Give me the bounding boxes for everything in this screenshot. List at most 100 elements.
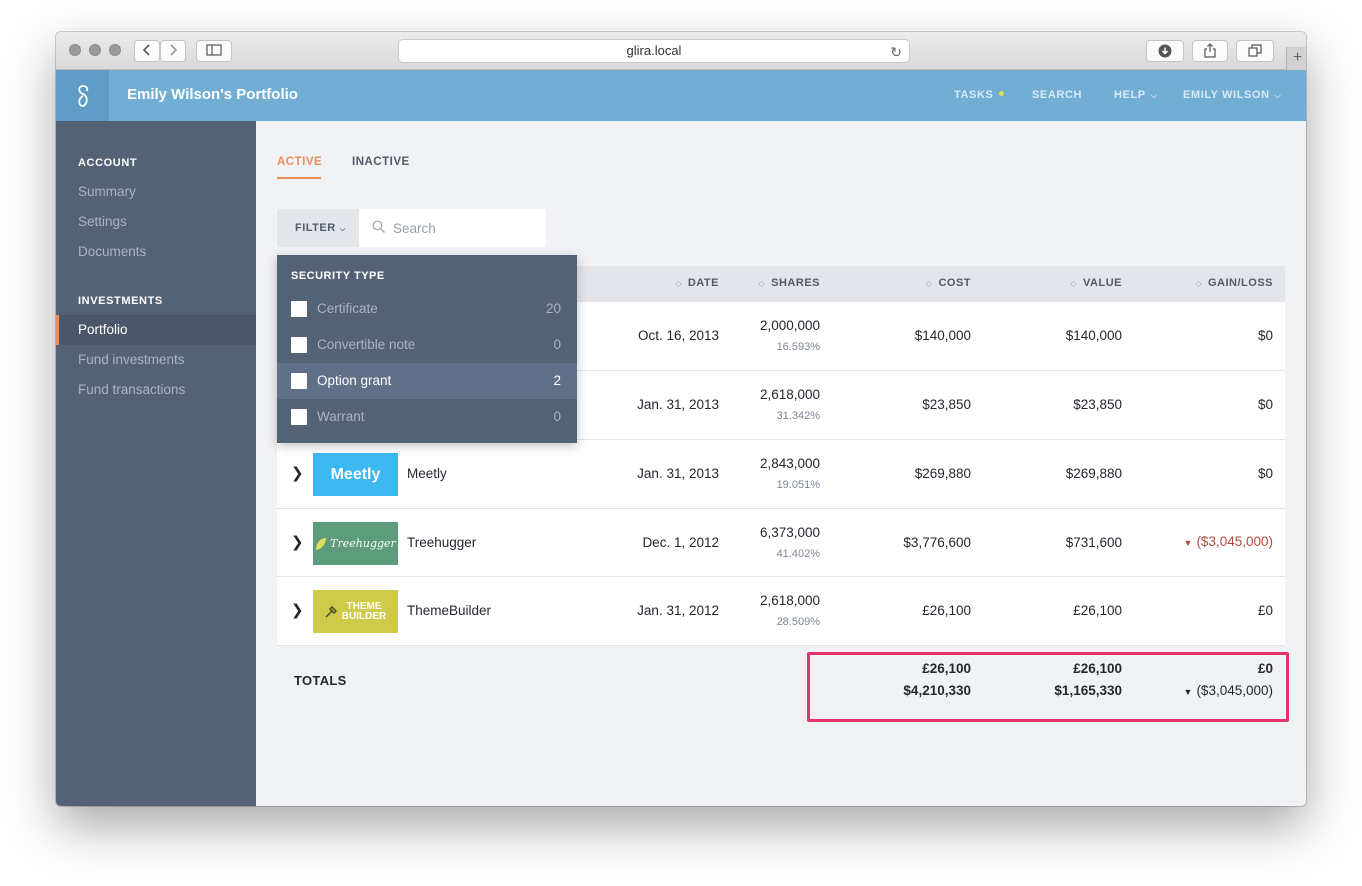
main-content: ACTIVE INACTIVE FILTER⌵ ◇ DATE ◇ SHARES ◇ C…: [256, 121, 1306, 806]
shares-cell: 6,373,000: [759, 525, 820, 540]
table-row[interactable]: ❯ Meetly Meetly Jan. 31, 2013 2,843,000 …: [277, 440, 1285, 509]
nav-tasks[interactable]: TASKS: [954, 89, 1005, 101]
company-name[interactable]: ThemeBuilder: [407, 603, 491, 618]
chevron-right-icon: [170, 44, 178, 56]
search-input[interactable]: [393, 209, 541, 247]
column-header-shares[interactable]: ◇ SHARES: [759, 277, 821, 289]
value-cell: $23,850: [1073, 397, 1122, 412]
column-gain-loss-label: GAIN/LOSS: [1207, 277, 1273, 289]
date-cell: Jan. 31, 2013: [637, 397, 719, 412]
nav-help-label: HELP: [1114, 89, 1146, 101]
tabs-overview-button[interactable]: [1236, 40, 1274, 62]
share-button[interactable]: [1192, 40, 1228, 62]
search-field[interactable]: [359, 209, 546, 247]
nav-tasks-label: TASKS: [954, 89, 994, 101]
filter-option-count: 0: [553, 337, 561, 352]
company-name[interactable]: Meetly: [407, 466, 447, 481]
sidebar: ACCOUNT Summary Settings Documents INVES…: [56, 121, 256, 806]
nav-user-menu[interactable]: EMILY WILSON ⌵: [1183, 89, 1281, 101]
checkbox[interactable]: [291, 373, 307, 389]
company-logo: Meetly: [313, 453, 398, 496]
date-cell: Jan. 31, 2013: [637, 466, 719, 481]
sidebar-item-fund-transactions[interactable]: Fund transactions: [56, 375, 256, 405]
expand-row-chevron-icon[interactable]: ❯: [291, 601, 304, 619]
company-logo-text: Meetly: [330, 465, 381, 483]
ownership-percent: 28.509%: [776, 616, 820, 628]
ownership-percent: 41.402%: [776, 548, 820, 560]
close-window-button[interactable]: [69, 44, 81, 56]
app-logo[interactable]: [56, 70, 109, 121]
cost-cell: $269,880: [914, 466, 971, 481]
address-bar[interactable]: glira.local ↻: [398, 39, 910, 63]
expand-row-chevron-icon[interactable]: ❯: [291, 464, 304, 482]
sidebar-item-portfolio[interactable]: Portfolio: [56, 315, 256, 345]
tabs-icon: [1248, 44, 1262, 57]
new-tab-button[interactable]: +: [1286, 47, 1306, 71]
sort-icon: ◇: [1070, 279, 1078, 288]
checkbox[interactable]: [291, 301, 307, 317]
checkbox[interactable]: [291, 409, 307, 425]
column-header-gain-loss[interactable]: ◇ GAIN/LOSS: [1195, 277, 1273, 289]
notification-dot-icon: [999, 91, 1005, 96]
column-header-date[interactable]: ◇ DATE: [675, 277, 719, 289]
value-cell: $731,600: [1065, 535, 1122, 550]
sidebar-toggle-button[interactable]: [196, 40, 232, 62]
company-logo: Treehugger: [313, 522, 398, 565]
back-button[interactable]: [134, 40, 160, 62]
filter-option-option-grant[interactable]: Option grant 2: [277, 363, 577, 399]
down-triangle-icon: ▼: [1183, 538, 1193, 548]
chevron-down-icon: ⌵: [1274, 91, 1282, 100]
leaf-icon: [316, 537, 327, 550]
table-row[interactable]: ❯ THEME BUILDER ThemeBuilder Jan. 31, 20…: [277, 577, 1285, 646]
value-cell: £26,100: [1073, 603, 1122, 618]
chevron-down-icon: ⌵: [339, 226, 346, 233]
zoom-window-button[interactable]: [109, 44, 121, 56]
value-cell: $269,880: [1065, 466, 1122, 481]
totals-highlight-box: [807, 652, 1289, 722]
filter-option-certificate[interactable]: Certificate 20: [277, 291, 577, 327]
cost-cell: £26,100: [922, 603, 971, 618]
nav-help[interactable]: HELP ⌵: [1114, 89, 1157, 101]
minimize-window-button[interactable]: [89, 44, 101, 56]
app-header: Emily Wilson's Portfolio TASKS SEARCH HE…: [56, 70, 1306, 121]
tab-active[interactable]: ACTIVE: [277, 156, 322, 168]
forward-button[interactable]: [160, 40, 186, 62]
nav-user-label: EMILY WILSON: [1183, 89, 1270, 101]
shares-cell: 2,618,000: [759, 593, 820, 608]
column-header-cost[interactable]: ◇ COST: [926, 277, 971, 289]
search-icon: [372, 220, 386, 234]
filter-button[interactable]: FILTER ⌵: [277, 209, 359, 247]
date-cell: Jan. 31, 2012: [637, 603, 719, 618]
sort-icon: ◇: [1195, 279, 1202, 288]
ownership-percent: 19.051%: [776, 479, 820, 491]
shares-cell: 2,000,000: [759, 318, 820, 333]
filter-label: FILTER: [295, 222, 336, 234]
tab-inactive[interactable]: INACTIVE: [352, 156, 410, 168]
expand-row-chevron-icon[interactable]: ❯: [291, 533, 304, 551]
glira-logo-icon: [77, 84, 88, 107]
nav-search-label: SEARCH: [1032, 89, 1083, 101]
sidebar-icon: [206, 44, 222, 56]
gain-loss-cell: $0: [1257, 397, 1273, 412]
shares-cell: 2,618,000: [759, 387, 820, 402]
gain-loss-cell: £0: [1257, 603, 1273, 618]
filter-option-warrant[interactable]: Warrant 0: [277, 399, 577, 435]
nav-search[interactable]: SEARCH: [1032, 89, 1082, 101]
download-button[interactable]: [1146, 40, 1184, 62]
active-tab-indicator: [277, 177, 321, 179]
filter-option-convertible-note[interactable]: Convertible note 0: [277, 327, 577, 363]
sidebar-item-documents[interactable]: Documents: [56, 237, 256, 267]
gain-loss-value: ($3,045,000): [1196, 534, 1273, 549]
sidebar-item-fund-investments[interactable]: Fund investments: [56, 345, 256, 375]
company-name[interactable]: Treehugger: [407, 535, 476, 550]
checkbox[interactable]: [291, 337, 307, 353]
sort-icon: ◇: [758, 279, 766, 288]
sidebar-item-settings[interactable]: Settings: [56, 207, 256, 237]
column-header-value[interactable]: ◇ VALUE: [1070, 277, 1122, 289]
table-row[interactable]: ❯ Treehugger Treehugger Dec. 1, 2012 6,3…: [277, 509, 1285, 577]
filter-option-count: 2: [553, 373, 561, 388]
sidebar-item-summary[interactable]: Summary: [56, 177, 256, 207]
gain-loss-cell: $0: [1257, 328, 1273, 343]
url-text: glira.local: [626, 43, 682, 58]
reload-icon[interactable]: ↻: [890, 41, 902, 63]
